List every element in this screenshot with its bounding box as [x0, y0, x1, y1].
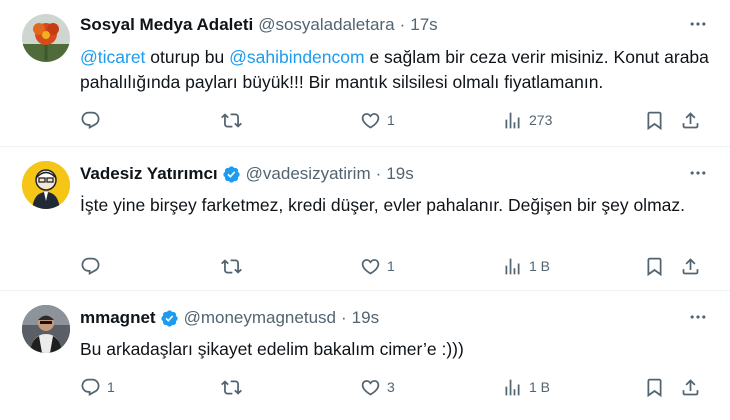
- like-button[interactable]: 1: [360, 254, 395, 278]
- bookmark-button[interactable]: [644, 108, 665, 132]
- tweet-text: @ticaret oturup bu @sahibindencom e sağl…: [80, 45, 710, 95]
- reply-button[interactable]: [80, 254, 107, 278]
- person-avatar-icon: [22, 161, 70, 209]
- tweet-header: Sosyal Medya Adaleti @sosyaladaletara · …: [80, 14, 710, 36]
- action-bar: 1 273: [80, 108, 710, 132]
- author-name[interactable]: Sosyal Medya Adaleti: [80, 15, 253, 35]
- share-button[interactable]: [680, 254, 701, 278]
- share-icon: [680, 110, 701, 131]
- tweet-header: mmagnet @moneymagnetusd · 19s: [80, 307, 710, 329]
- like-count: 1: [387, 112, 395, 128]
- action-bar: 1 3 1 B: [80, 375, 710, 399]
- retweet-icon: [221, 110, 242, 131]
- tweet-text: Bu arkadaşları şikayet edelim bakalım ci…: [80, 339, 464, 359]
- reply-icon: [80, 110, 101, 131]
- view-count: 1 B: [529, 379, 551, 395]
- action-bar: 1 1 B: [80, 254, 710, 278]
- separator-dot: ·: [375, 164, 382, 183]
- views-icon: [502, 377, 523, 398]
- views-button[interactable]: 273: [502, 108, 552, 132]
- avatar[interactable]: [22, 305, 70, 353]
- tweet-2[interactable]: Vadesiz Yatırımcı @vadesizyatirim · 19s …: [0, 147, 730, 289]
- retweet-button[interactable]: [221, 254, 248, 278]
- person-avatar-icon: [22, 305, 70, 353]
- like-icon: [360, 256, 381, 277]
- timestamp[interactable]: 19s: [352, 308, 379, 328]
- author-handle[interactable]: @moneymagnetusd: [184, 308, 336, 328]
- like-count: 1: [387, 258, 395, 274]
- like-icon: [360, 377, 381, 398]
- author-handle[interactable]: @sosyaladaletara: [258, 15, 394, 35]
- separator-dot: ·: [399, 15, 406, 34]
- retweet-icon: [221, 377, 242, 398]
- views-button[interactable]: 1 B: [502, 254, 550, 278]
- views-icon: [502, 256, 523, 277]
- more-icon[interactable]: [686, 12, 710, 36]
- reply-button[interactable]: [80, 108, 107, 132]
- tweet-3[interactable]: mmagnet @moneymagnetusd · 19s Bu arkadaş…: [0, 291, 730, 420]
- reply-icon: [80, 377, 101, 398]
- reply-icon: [80, 256, 101, 277]
- tweet-1[interactable]: Sosyal Medya Adaleti @sosyaladaletara · …: [0, 0, 730, 148]
- bookmark-button[interactable]: [644, 254, 665, 278]
- mention-link[interactable]: @sahibindencom: [229, 47, 364, 67]
- reply-button[interactable]: 1: [80, 375, 115, 399]
- like-button[interactable]: 3: [360, 375, 395, 399]
- author-name[interactable]: mmagnet: [80, 308, 156, 328]
- views-button[interactable]: 1 B: [502, 375, 550, 399]
- share-button[interactable]: [680, 375, 701, 399]
- tweet-header: Vadesiz Yatırımcı @vadesizyatirim · 19s: [80, 163, 710, 185]
- mention-link[interactable]: @ticaret: [80, 47, 145, 67]
- more-icon[interactable]: [686, 305, 710, 329]
- avatar[interactable]: [22, 14, 70, 62]
- author-name[interactable]: Vadesiz Yatırımcı: [80, 164, 218, 184]
- bookmark-icon: [644, 377, 665, 398]
- timestamp[interactable]: 19s: [386, 164, 413, 184]
- share-icon: [680, 377, 701, 398]
- retweet-button[interactable]: [221, 108, 248, 132]
- avatar[interactable]: [22, 161, 70, 209]
- view-count: 1 B: [529, 258, 551, 274]
- tweet-text-part: oturup bu: [145, 47, 230, 67]
- timestamp[interactable]: 17s: [410, 15, 437, 35]
- bookmark-icon: [644, 256, 665, 277]
- share-button[interactable]: [680, 108, 701, 132]
- bookmark-button[interactable]: [644, 375, 665, 399]
- share-icon: [680, 256, 701, 277]
- reply-count: 1: [107, 379, 115, 395]
- bookmark-icon: [644, 110, 665, 131]
- retweet-icon: [221, 256, 242, 277]
- verified-badge-icon: [160, 309, 179, 328]
- flower-avatar-icon: [22, 14, 70, 62]
- like-button[interactable]: 1: [360, 108, 395, 132]
- views-icon: [502, 110, 523, 131]
- separator-dot: ·: [340, 308, 347, 327]
- verified-badge-icon: [222, 165, 241, 184]
- retweet-button[interactable]: [221, 375, 248, 399]
- like-icon: [360, 110, 381, 131]
- author-handle[interactable]: @vadesizyatirim: [246, 164, 371, 184]
- tweet-text: İşte yine birşey farketmez, kredi düşer,…: [80, 195, 685, 215]
- more-icon[interactable]: [686, 161, 710, 185]
- view-count: 273: [529, 112, 553, 128]
- like-count: 3: [387, 379, 395, 395]
